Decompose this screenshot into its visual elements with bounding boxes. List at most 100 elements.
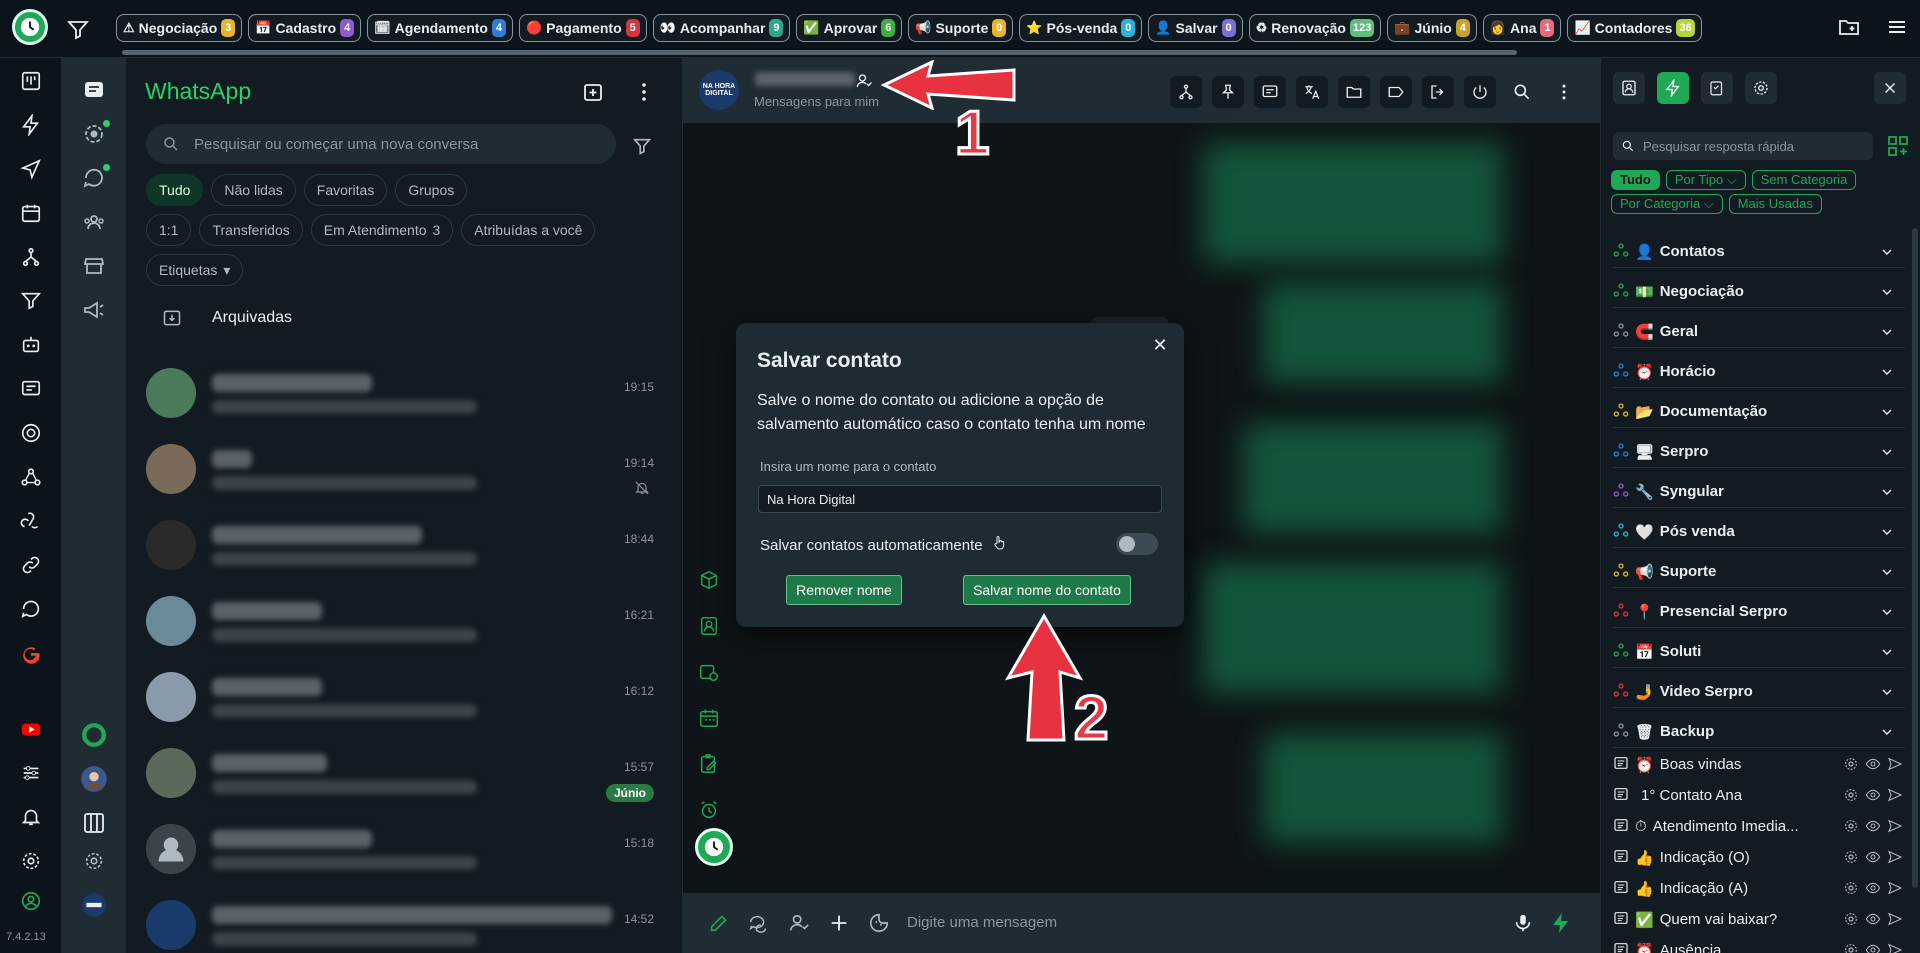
note-icon[interactable]	[1254, 76, 1286, 108]
qr-filter-3[interactable]: Por Categoria ⌵	[1611, 194, 1723, 214]
chat-row[interactable]: 14:52	[146, 890, 666, 953]
settings-icon[interactable]	[1843, 911, 1859, 931]
quick-reply-item[interactable]: 1° Contato Ana	[1613, 783, 1905, 808]
chip2-2[interactable]: Em Atendimento 3	[310, 214, 454, 246]
chip2-3[interactable]: Atribuídas a você	[461, 214, 596, 246]
chat-row[interactable]: 19:15	[146, 358, 666, 434]
quick-reply-category[interactable]: 📢 Suporte	[1613, 556, 1905, 588]
quick-reply-category[interactable]: 📅 Soluti	[1613, 636, 1905, 668]
settings-icon[interactable]	[1843, 787, 1859, 807]
search-messages-icon[interactable]	[1506, 76, 1538, 108]
funnel-icon[interactable]	[17, 287, 45, 315]
chip2-1[interactable]: Transferidos	[199, 214, 303, 246]
tag-7[interactable]: ⭐ Pós-venda 0	[1019, 14, 1143, 42]
contact-card-icon[interactable]	[697, 614, 721, 638]
send-icon[interactable]	[1887, 911, 1903, 931]
send-icon[interactable]	[1887, 818, 1903, 838]
send-icon[interactable]	[1887, 942, 1903, 953]
tag-6[interactable]: 📢 Suporte 0	[908, 14, 1014, 42]
link-icon[interactable]	[17, 551, 45, 579]
panel-scrollbar[interactable]	[1912, 228, 1918, 888]
calendar-icon[interactable]	[17, 199, 45, 227]
webhook-icon[interactable]	[17, 507, 45, 535]
qr-filter-1[interactable]: Por Tipo ⌵	[1665, 170, 1746, 190]
google-icon[interactable]	[17, 639, 45, 667]
chip-1[interactable]: Não lidas	[211, 174, 296, 206]
quick-reply-category[interactable]: 👤 Contatos	[1613, 236, 1905, 268]
close-icon[interactable]: ✕	[1150, 335, 1170, 355]
settings-icon[interactable]	[1843, 880, 1859, 900]
filter-icon[interactable]	[66, 18, 90, 42]
quick-reply-item[interactable]: ✅ Quem vai baixar?	[1613, 907, 1905, 932]
chat-row[interactable]: 15:57 Júnio	[146, 738, 666, 814]
contact-name-input[interactable]	[758, 485, 1162, 513]
qr-filter-2[interactable]: Sem Categoria	[1751, 170, 1857, 190]
schedule-icon[interactable]	[697, 660, 721, 684]
settings-icon[interactable]	[1843, 942, 1859, 953]
new-folder-icon[interactable]	[1836, 14, 1862, 40]
chat-row[interactable]: 16:21	[146, 586, 666, 662]
quick-lightning-icon[interactable]	[1549, 911, 1573, 935]
contact-avatar[interactable]: NA HORA DIGITAL	[699, 70, 739, 110]
quick-reply-category[interactable]: 🧲 Geral	[1613, 316, 1905, 348]
chip2-0[interactable]: 1:1	[146, 214, 192, 246]
chip-0[interactable]: Tudo	[146, 174, 204, 206]
tag-10[interactable]: 💼 Júnio 4	[1387, 14, 1477, 42]
quick-reply-search-input[interactable]: Pesquisar resposta rápida	[1613, 132, 1873, 160]
new-chat-icon[interactable]	[582, 80, 606, 109]
settings-icon[interactable]	[1843, 849, 1859, 869]
quick-reply-category[interactable]: 📍 Presencial Serpro	[1613, 596, 1905, 628]
store-icon[interactable]	[80, 252, 108, 280]
more-options-icon[interactable]	[632, 80, 656, 109]
preview-eye-icon[interactable]	[1865, 942, 1881, 953]
box-icon[interactable]	[697, 568, 721, 592]
sliders-icon[interactable]	[17, 759, 45, 787]
youtube-icon[interactable]	[17, 715, 45, 743]
account-icon[interactable]	[17, 887, 45, 915]
send-icon[interactable]	[1887, 880, 1903, 900]
quick-reply-item[interactable]: 👍 Indicação (A)	[1613, 876, 1905, 901]
remove-name-button[interactable]: Remover nome	[786, 575, 902, 605]
quick-reply-category[interactable]: 🔧 Syngular	[1613, 476, 1905, 508]
chat-row[interactable]: 16:12	[146, 662, 666, 738]
target-icon[interactable]	[17, 419, 45, 447]
etiquetas-dropdown[interactable]: Etiquetas ▾	[146, 254, 244, 286]
kanban-icon[interactable]	[17, 67, 45, 95]
translate-icon[interactable]	[1296, 76, 1328, 108]
app-logo-clock-icon[interactable]	[12, 9, 48, 45]
clock-fab-icon[interactable]	[695, 828, 733, 866]
tags-scrollbar[interactable]	[122, 50, 1517, 55]
brand-avatar[interactable]	[80, 891, 108, 919]
columns-icon[interactable]	[80, 809, 108, 837]
quick-reply-category[interactable]: ⏰ Horácio	[1613, 356, 1905, 388]
message-input[interactable]: Digite uma mensagem	[907, 914, 1057, 931]
quick-reply-item[interactable]: ⏱ Atendimento Imedia...	[1613, 814, 1905, 839]
flow-icon[interactable]	[17, 243, 45, 271]
exit-icon[interactable]	[1422, 76, 1454, 108]
preview-eye-icon[interactable]	[1865, 818, 1881, 838]
profile-card-icon[interactable]	[1613, 72, 1645, 104]
communities-icon[interactable]	[80, 208, 108, 236]
power-icon[interactable]	[1464, 76, 1496, 108]
tag-8[interactable]: 👤 Salvar 0	[1148, 14, 1243, 42]
meta-ai-icon[interactable]	[80, 721, 108, 749]
quick-reply-category[interactable]: 🖥 Serpro	[1613, 436, 1905, 468]
lightning-icon[interactable]	[17, 111, 45, 139]
settings-icon[interactable]	[1843, 756, 1859, 776]
quick-reply-item[interactable]: ⏰ Boas vindas	[1613, 752, 1905, 777]
contact-name-blurred[interactable]	[755, 72, 855, 86]
status-icon[interactable]	[80, 120, 110, 148]
save-contact-icon[interactable]	[855, 72, 873, 95]
folder-icon[interactable]	[1338, 76, 1370, 108]
clipboard-edit-icon[interactable]	[697, 752, 721, 776]
panel-settings-icon[interactable]	[1745, 72, 1777, 104]
pin-icon[interactable]	[1212, 76, 1244, 108]
channels-icon[interactable]	[80, 164, 110, 192]
chat-bubbles-icon[interactable]	[747, 911, 771, 935]
settings-icon[interactable]	[80, 847, 108, 875]
tag-0[interactable]: ⚠ Negociação 3	[116, 14, 243, 42]
chip-3[interactable]: Grupos	[395, 174, 468, 206]
quick-reply-item[interactable]: ⏰ Ausência	[1613, 938, 1905, 953]
auto-save-toggle[interactable]	[1116, 533, 1158, 555]
chat-row[interactable]: 18:44	[146, 510, 666, 586]
